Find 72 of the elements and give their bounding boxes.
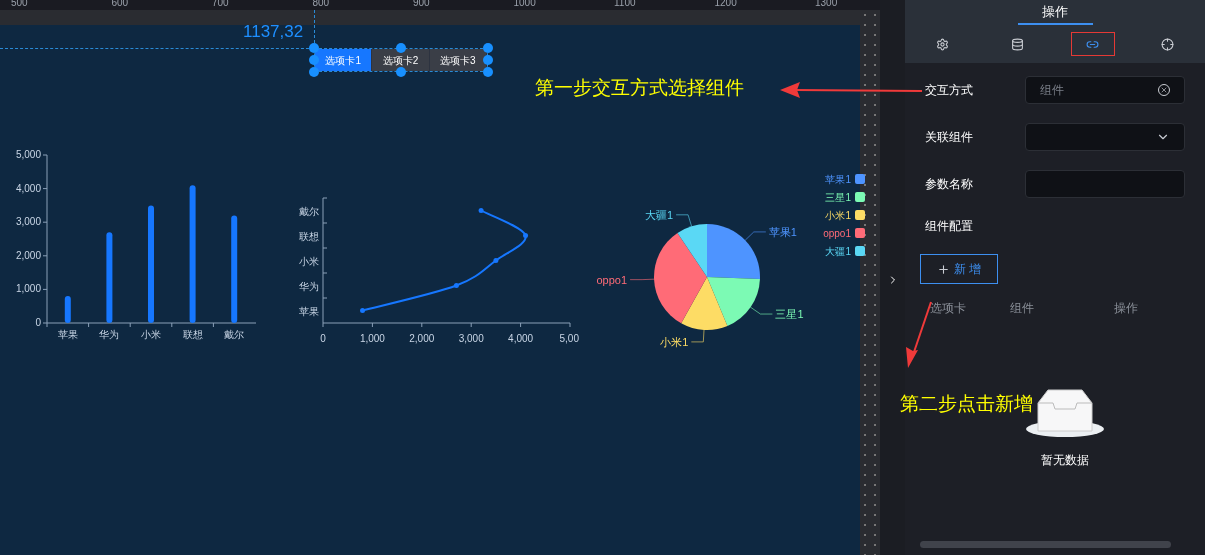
legend-label: 三星1 bbox=[825, 192, 851, 203]
axis-tick-label: 3,000 bbox=[15, 216, 41, 228]
legend-label: 小米1 bbox=[825, 210, 851, 221]
resize-handle[interactable] bbox=[396, 67, 406, 77]
leader-line bbox=[629, 278, 655, 281]
axis-tick-label: 5,000 bbox=[15, 149, 41, 160]
axis-tick-label: 小米 bbox=[141, 329, 161, 340]
axis-tick-label: 1,000 bbox=[359, 333, 385, 344]
legend-label: 苹果1 bbox=[825, 174, 851, 185]
slice-label: 大疆1 bbox=[644, 208, 674, 221]
tab[interactable]: 选项卡3 bbox=[429, 49, 487, 71]
axis-tick-label: 戴尔 bbox=[299, 205, 319, 217]
data-point bbox=[360, 308, 365, 313]
link-tab[interactable] bbox=[1070, 32, 1115, 56]
axis-tick-label: 戴尔 bbox=[224, 329, 245, 340]
axis-tick-label: 4,000 bbox=[15, 182, 41, 194]
axis-tick-label: 0 bbox=[320, 333, 326, 344]
select-placeholder: 组件 bbox=[1040, 82, 1064, 99]
select-field[interactable] bbox=[1025, 123, 1185, 151]
axis-tick-label: 华为 bbox=[99, 329, 120, 340]
panel-tab[interactable]: 操作 bbox=[1017, 0, 1093, 25]
empty-text: 暂无数据 bbox=[1041, 452, 1089, 469]
plus-icon bbox=[936, 262, 950, 276]
data-point bbox=[453, 283, 459, 288]
axis-tick-label: 苹果 bbox=[57, 329, 78, 340]
database-icon bbox=[1011, 37, 1024, 51]
resize-handle[interactable] bbox=[396, 43, 406, 53]
slice-label: 小米1 bbox=[660, 335, 689, 348]
axis-tick-label: 联想 bbox=[182, 329, 203, 340]
legend-label: 大疆1 bbox=[825, 246, 851, 257]
axis-tick-label: 小米 bbox=[299, 255, 319, 267]
coordinates-label: 1137,32 bbox=[243, 21, 304, 43]
gear-icon bbox=[936, 37, 949, 51]
axis-tick-label: 4,000 bbox=[508, 333, 534, 344]
axis-tick-label: 1,000 bbox=[15, 283, 41, 295]
axis-tick-label: 3,000 bbox=[458, 333, 484, 344]
legend-label: oppo1 bbox=[823, 228, 851, 239]
bar bbox=[64, 296, 71, 323]
crosshair-icon bbox=[1161, 37, 1174, 51]
data-point bbox=[493, 258, 499, 263]
tab[interactable]: 选项卡1 bbox=[315, 49, 373, 71]
column-header: 组件 bbox=[1010, 300, 1035, 317]
select-field[interactable]: 组件 bbox=[1025, 76, 1185, 104]
leader-line bbox=[675, 214, 693, 227]
data-point bbox=[478, 208, 484, 213]
field-label: 关联组件 bbox=[925, 129, 974, 146]
section-title: 组件配置 bbox=[925, 218, 974, 235]
axis-tick-label: 2,000 bbox=[409, 333, 435, 344]
slice-label: oppo1 bbox=[596, 273, 628, 286]
axis-tick-label: 0 bbox=[35, 317, 41, 328]
field-label: 参数名称 bbox=[925, 176, 974, 193]
annotation-text: 第一步交互方式选择组件 bbox=[535, 76, 744, 100]
data-point bbox=[523, 233, 529, 238]
column-header: 操作 bbox=[1114, 300, 1139, 317]
axis-tick-label: 2,000 bbox=[15, 249, 41, 261]
tab[interactable]: 选项卡2 bbox=[372, 49, 430, 71]
slice-label: 苹果1 bbox=[768, 225, 797, 238]
input-field[interactable] bbox=[1025, 170, 1185, 198]
leader-line bbox=[690, 329, 705, 343]
scrollbar[interactable] bbox=[920, 541, 1171, 548]
column-header: 选项卡 bbox=[930, 300, 967, 317]
axis-tick-label: 苹果 bbox=[299, 305, 319, 317]
annotation-text: 第二步点击新增 bbox=[900, 392, 1033, 416]
slice-label: 三星1 bbox=[775, 308, 804, 321]
field-label: 交互方式 bbox=[925, 82, 974, 99]
add-button[interactable]: 新 增 bbox=[920, 254, 998, 284]
axis-tick-label: 联想 bbox=[299, 230, 319, 242]
leader-line bbox=[750, 306, 773, 315]
leader-line bbox=[744, 231, 767, 241]
axis-tick-label: 5,00 bbox=[559, 333, 579, 344]
arrow bbox=[906, 301, 932, 368]
axis-tick-label: 华为 bbox=[299, 280, 319, 292]
